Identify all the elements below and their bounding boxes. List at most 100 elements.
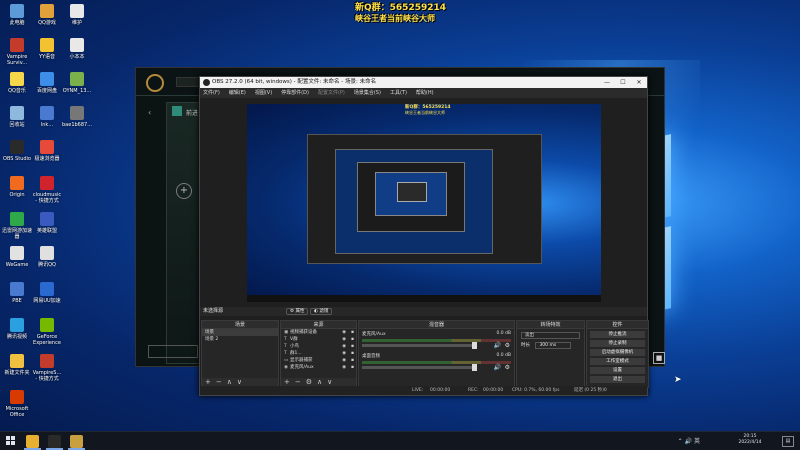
menu-help[interactable]: 帮助(H) [416,90,434,96]
source-item[interactable]: ▣ 视频捕获设备 ◉ ▪ [281,329,356,336]
source-item[interactable]: ◉ 麦克风/Aux ◉ ▪ [281,364,356,371]
obs-preview-canvas[interactable]: 新Q群：565259214 峡谷王者当前峡谷大师 [247,104,601,302]
back-arrow-icon[interactable]: ‹ [148,108,151,117]
desktop-icon[interactable]: 维护 [62,4,92,26]
visibility-eye-icon[interactable]: ◉ [342,364,346,371]
properties-button[interactable]: ⚙ 属性 [286,308,309,315]
desktop-icon[interactable]: QQ音乐 [2,72,32,94]
add-source-button[interactable]: + [284,378,290,386]
taskbar-app-obs-icon[interactable] [48,435,61,448]
menu-scene-collection[interactable]: 场景集合(S) [354,90,381,96]
source-settings-button[interactable]: ⚙ [306,378,312,386]
desktop-icon[interactable]: OBS Studio [2,140,32,162]
lock-icon[interactable]: ▪ [351,329,354,336]
desktop-icon[interactable]: 百度网盘 [32,72,62,94]
move-down-button[interactable]: ∨ [327,378,332,386]
lock-icon[interactable]: ▪ [351,364,354,371]
desktop-icon[interactable]: 回收站 [2,106,32,128]
menu-docks[interactable]: 停靠部件(D) [281,90,309,96]
visibility-eye-icon[interactable]: ◉ [342,350,346,357]
menu-file[interactable]: 文件(F) [203,90,220,96]
desktop-icon[interactable]: 腾讯视频 [2,318,32,340]
exit-button[interactable]: 退出 [590,376,645,383]
volume-slider[interactable] [362,342,477,349]
taskbar-app-league-icon[interactable] [70,435,83,448]
speaker-icon[interactable]: 🔊 [494,342,501,349]
game-client-input[interactable] [148,345,198,358]
move-up-button[interactable]: ∧ [317,378,322,386]
source-item[interactable]: T 群1... ◉ ▪ [281,350,356,357]
stop-recording-button[interactable]: 停止录制 [590,340,645,347]
input-method-indicator[interactable]: 英 [694,438,700,445]
source-item[interactable]: ▭ 显示器捕获 ◉ ▪ [281,357,356,364]
menu-profile[interactable]: 配置文件(P) [318,90,345,96]
desktop-icon[interactable]: 英雄联盟 [32,212,62,234]
menu-tools[interactable]: 工具(T) [390,90,407,96]
add-scene-button[interactable]: + [205,378,211,386]
desktop-icon[interactable]: YY语音 [32,38,62,60]
desktop-icon[interactable]: GeForce Experience [32,318,62,346]
scene-item[interactable]: 场景 [202,329,278,336]
move-down-button[interactable]: ∨ [237,378,242,386]
desktop-icon[interactable]: 小本本 [62,38,92,60]
desktop-icon[interactable]: 腾讯QQ [32,246,62,268]
desktop-icon[interactable]: QQ游戏 [32,4,62,26]
desktop-icon[interactable]: VampireS... - 快捷方式 [32,354,62,382]
source-item[interactable]: T 小鸟 ◉ ▪ [281,343,356,350]
maximize-button[interactable]: ☐ [615,77,631,88]
lock-icon[interactable]: ▪ [351,343,354,350]
desktop-icon[interactable]: lnk... [32,106,62,128]
desktop-icon[interactable]: PBE [2,282,32,304]
settings-button[interactable]: 设置 [590,367,645,374]
filters-button[interactable]: ◐ 滤镜 [310,308,333,315]
desktop-icon[interactable]: 极速浏览器 [32,140,62,162]
league-logo-icon[interactable] [146,74,164,92]
desktop-icon[interactable]: Microsoft Office [2,390,32,418]
desktop-icon[interactable]: Vampire Surviv... [2,38,32,66]
studio-mode-button[interactable]: 工作室模式 [590,358,645,365]
scene-item[interactable]: 场景 2 [202,336,278,343]
desktop-icon[interactable]: cloudmusic - 快捷方式 [32,176,62,204]
lock-icon[interactable]: ▪ [351,350,354,357]
duration-input[interactable]: 300 ms [535,342,572,349]
volume-slider-knob[interactable] [472,342,477,349]
speaker-icon[interactable]: 🔊 [494,364,501,371]
desktop-icon[interactable]: OYNM_13... [62,72,92,94]
visibility-eye-icon[interactable]: ◉ [342,336,346,343]
notification-center-icon[interactable]: ▤ [782,436,794,447]
obs-titlebar[interactable]: OBS 27.2.0 (64 bit, windows) - 配置文件: 未命名… [200,77,647,88]
volume-slider[interactable] [362,364,477,371]
visibility-eye-icon[interactable]: ◉ [342,329,346,336]
desktop-icon[interactable]: Origin [2,176,32,198]
stop-streaming-button[interactable]: 停止推流 [590,331,645,338]
start-button[interactable] [6,436,16,446]
visibility-eye-icon[interactable]: ◉ [342,343,346,350]
move-up-button[interactable]: ∧ [227,378,232,386]
game-client-tile-icon[interactable] [172,106,182,116]
lock-icon[interactable]: ▪ [351,336,354,343]
desktop-icon[interactable]: bae1b687... [62,106,92,128]
desktop-icon[interactable]: 网易UU加速 [32,282,62,304]
lock-icon[interactable]: ▪ [351,357,354,364]
remove-source-button[interactable]: − [295,378,301,386]
volume-slider-knob[interactable] [472,364,477,371]
start-virtual-camera-button[interactable]: 启动虚拟摄像机 [590,349,645,356]
menu-edit[interactable]: 编辑(E) [229,90,246,96]
desktop-icon[interactable]: 新建文件夹 [2,354,32,376]
minimize-button[interactable]: — [599,77,615,88]
visibility-eye-icon[interactable]: ◉ [342,357,346,364]
source-item[interactable]: T V群 ◉ ▪ [281,336,356,343]
menu-view[interactable]: 视图(V) [255,90,272,96]
edge-record-icon[interactable]: ■ [653,352,665,364]
transition-type-select[interactable]: 淡出 [521,332,580,339]
taskbar-app-chrome-icon[interactable] [26,435,39,448]
add-circle-button[interactable]: + [176,183,192,199]
gear-icon[interactable]: ⚙ [505,342,510,349]
desktop-icon[interactable]: 迅雷网游加速器 [2,212,32,240]
desktop-icon[interactable]: 此电脑 [2,4,32,26]
close-button[interactable]: ✕ [631,77,647,88]
tray-chevron-icon[interactable]: ⌃ [678,438,683,445]
tray-volume-icon[interactable]: 🔊 [685,438,692,445]
taskbar-clock[interactable]: 20:15 2022/4/14 [730,434,770,446]
gear-icon[interactable]: ⚙ [505,364,510,371]
